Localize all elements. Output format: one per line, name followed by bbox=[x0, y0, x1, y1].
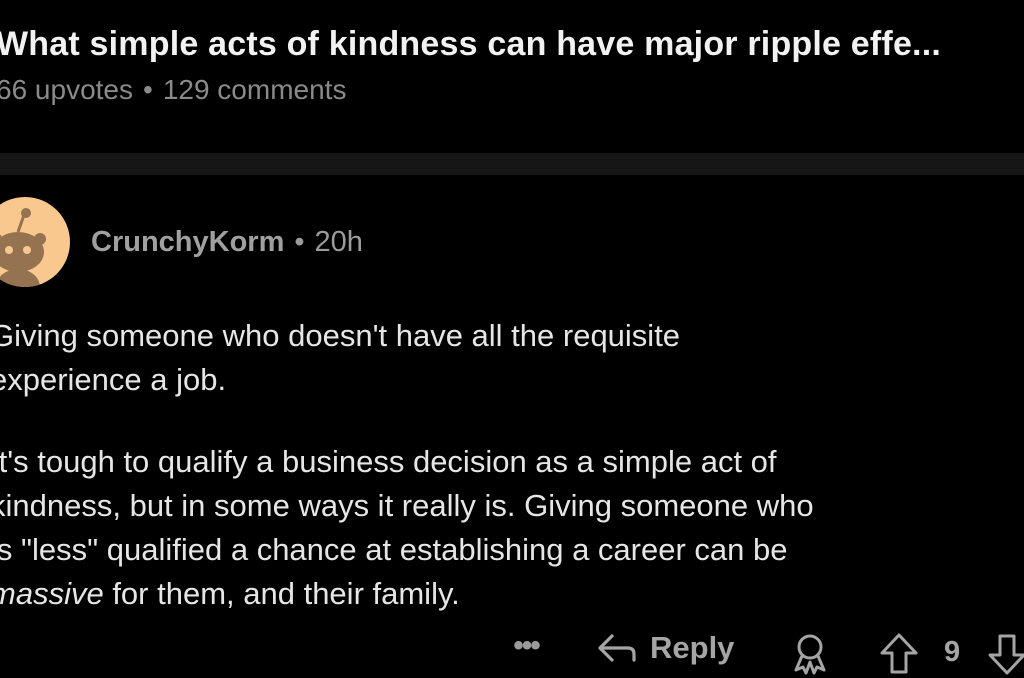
upvote-arrow-icon bbox=[880, 633, 918, 674]
vote-count: 9 bbox=[944, 636, 961, 668]
comment-emphasis: massive bbox=[0, 576, 104, 611]
comment-line: It's tough to qualify a business decisio… bbox=[0, 444, 777, 479]
comment-paragraph-1: Giving someone who doesn't have all the … bbox=[0, 314, 1024, 402]
comment-header: CrunchyKorm • 20h bbox=[0, 197, 363, 287]
award-icon bbox=[794, 634, 826, 675]
more-options-icon[interactable]: ••• bbox=[504, 631, 548, 666]
comment-timestamp: 20h bbox=[314, 225, 363, 258]
comment-paragraph-2: It's tough to qualify a business decisio… bbox=[0, 440, 1024, 616]
comment-author[interactable]: CrunchyKorm bbox=[91, 226, 284, 258]
comment-action-bar: ••• Reply 9 bbox=[0, 628, 1024, 678]
comment-body: Giving someone who doesn't have all the … bbox=[0, 314, 1024, 654]
downvote-button[interactable] bbox=[986, 632, 1024, 678]
award-button[interactable] bbox=[788, 632, 832, 678]
reply-label: Reply bbox=[650, 630, 735, 665]
snoo-avatar-icon[interactable] bbox=[0, 197, 70, 287]
upvote-count: 66 upvotes bbox=[0, 74, 133, 105]
post-meta: 66 upvotes • 129 comments bbox=[0, 70, 1024, 110]
meta-separator: • bbox=[143, 74, 153, 105]
comment-line: experience a job. bbox=[0, 362, 227, 397]
author-separator: • bbox=[294, 225, 305, 258]
post-title[interactable]: What simple acts of kindness can have ma… bbox=[0, 18, 1024, 70]
post-header: What simple acts of kindness can have ma… bbox=[0, 18, 1024, 110]
reply-button[interactable]: Reply bbox=[596, 630, 734, 666]
comment-line: Giving someone who doesn't have all the … bbox=[0, 318, 681, 353]
section-divider bbox=[0, 153, 1024, 175]
comment-count[interactable]: 129 comments bbox=[163, 74, 347, 105]
comment-line: for them, and their family. bbox=[103, 576, 460, 611]
comment-author-line: CrunchyKorm • 20h bbox=[91, 226, 363, 259]
downvote-arrow-icon bbox=[988, 634, 1024, 675]
comment-line: kindness, but in some ways it really is.… bbox=[0, 488, 814, 523]
comment-line: is "less" qualified a chance at establis… bbox=[0, 532, 788, 567]
upvote-button[interactable] bbox=[878, 632, 920, 678]
reply-arrow-icon bbox=[598, 634, 636, 662]
